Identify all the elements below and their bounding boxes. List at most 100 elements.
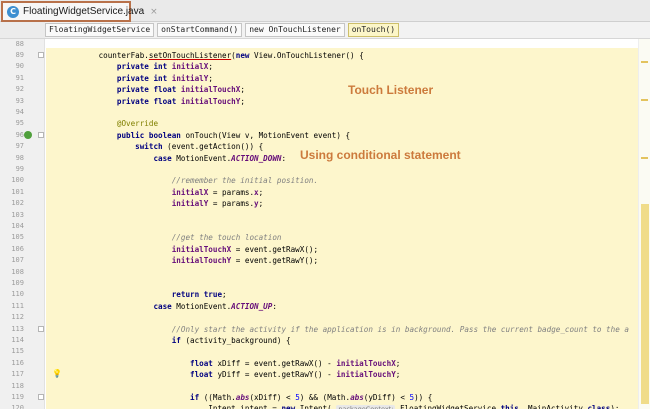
code-token: = event.getRawX(); [231, 244, 319, 254]
code-text: float yDiff = event.getRawY() - initialT… [62, 369, 400, 380]
code-text: return true; [62, 289, 227, 300]
line-number: 107 [11, 256, 24, 265]
line-number: 94 [15, 108, 24, 116]
code-token: ; [395, 358, 401, 368]
code-token: ; [258, 199, 264, 209]
code-line[interactable]: 111 case MotionEvent.ACTION_UP: [0, 301, 638, 312]
code-line[interactable]: 92 private float initialTouchX; [0, 84, 638, 95]
code-line[interactable]: 112 [0, 312, 638, 323]
code-token: MotionEvent. [176, 153, 232, 163]
vertical-scrollbar[interactable] [638, 39, 650, 409]
fold-toggle-icon[interactable] [38, 325, 44, 332]
breadcrumb-item-method[interactable]: onStartCommand() [157, 23, 243, 37]
code-text: private float initialTouchY; [62, 96, 245, 107]
line-number: 93 [15, 96, 24, 105]
code-line[interactable]: 89 counterFab.setOnTouchListener(new Vie… [0, 50, 638, 61]
code-line[interactable]: 99 [0, 164, 638, 175]
fold-toggle-icon[interactable] [38, 131, 44, 138]
line-number: 114 [11, 336, 24, 344]
close-icon[interactable]: × [150, 7, 158, 17]
breadcrumb-item-listener[interactable]: new OnTouchListener [245, 23, 345, 37]
code-editor[interactable]: 88 89 counterFab.setOnTouchListener(new V… [0, 39, 650, 409]
line-number: 115 [11, 347, 24, 356]
code-line[interactable]: 102 initialY = params.y; [0, 198, 638, 209]
code-text: float xDiff = event.getRawX() - initialT… [62, 358, 400, 369]
code-text: initialTouchY = event.getRawY(); [62, 255, 318, 266]
code-text: @Override [62, 118, 158, 129]
code-token: initialTouchX [336, 358, 396, 368]
code-line[interactable]: 116 float xDiff = event.getRawX() - init… [0, 358, 638, 369]
code-token: (event.getAction()) { [167, 142, 264, 152]
code-token: = params. [208, 199, 255, 209]
code-token: abs [350, 393, 364, 402]
code-token: float [190, 358, 218, 368]
code-token: case [153, 153, 177, 163]
code-line[interactable]: 96 public boolean onTouch(View v, Motion… [0, 130, 638, 141]
code-token: new [281, 404, 300, 409]
fold-toggle-icon[interactable] [38, 52, 44, 58]
code-line[interactable]: 115 [0, 346, 638, 357]
override-method-icon[interactable] [24, 130, 32, 139]
code-token: : [272, 301, 277, 311]
annotation-conditional-statement: Using conditional statement [300, 148, 461, 162]
code-line[interactable]: 110 return true; [0, 289, 638, 300]
code-text: if ((Math.abs(xDiff) < 5) && (Math.abs(y… [62, 392, 432, 403]
lightbulb-icon[interactable]: 💡 [52, 369, 62, 378]
code-line[interactable]: 101 initialX = params.x; [0, 187, 638, 198]
code-line[interactable]: 103 [0, 210, 638, 221]
line-number: 112 [11, 313, 24, 322]
breadcrumb: FloatingWidgetService onStartCommand() n… [0, 22, 650, 39]
code-line[interactable]: 114 if (activity_background) { [0, 335, 638, 346]
code-line[interactable]: 93 private float initialTouchY; [0, 96, 638, 107]
scroll-marker [641, 157, 648, 159]
code-text: case MotionEvent.ACTION_UP: [62, 301, 277, 312]
code-line[interactable]: 104 [0, 221, 638, 232]
code-line[interactable]: 109 [0, 278, 638, 289]
scroll-marker [641, 99, 648, 101]
code-line[interactable]: 120 Intent intent = new Intent( packageC… [0, 403, 638, 409]
code-token: //Only start the activity if the applica… [171, 324, 629, 334]
code-token: case [153, 301, 177, 311]
code-token: this [500, 404, 519, 409]
code-line[interactable]: 117 💡 float yDiff = event.getRawY() - ini… [0, 369, 638, 380]
code-line[interactable]: 105 //get the touch location [0, 232, 638, 243]
line-number: 120 [11, 404, 24, 409]
line-number: 105 [11, 233, 24, 242]
code-line[interactable]: 108 [0, 267, 638, 278]
code-token: Intent intent = [62, 404, 282, 409]
code-token: initialTouchY [180, 96, 241, 106]
code-line[interactable]: 107 initialTouchY = event.getRawY(); [0, 255, 638, 266]
line-number: 116 [11, 358, 24, 367]
code-line[interactable]: 118 [0, 381, 638, 392]
code-line[interactable]: 94 [0, 107, 638, 118]
code-line[interactable]: 100 //remember the initial position. [0, 175, 638, 186]
code-token: ; [240, 85, 245, 95]
scrollbar-thumb[interactable] [641, 204, 649, 404]
code-token: packageContext: [336, 405, 396, 409]
code-line[interactable]: 90 private int initialX; [0, 61, 638, 72]
code-line[interactable]: 91 private int initialY; [0, 73, 638, 84]
code-token: return true [171, 290, 223, 300]
code-line[interactable]: 113 //Only start the activity if the app… [0, 324, 638, 335]
breadcrumb-item-class[interactable]: FloatingWidgetService [45, 23, 155, 37]
code-line[interactable]: 95 @Override [0, 118, 638, 129]
file-tab[interactable]: C FloatingWidgetService.java × [1, 1, 158, 22]
fold-toggle-icon[interactable] [38, 394, 44, 400]
code-line[interactable]: 88 [0, 39, 638, 50]
code-token: private float [116, 85, 181, 95]
code-token: onTouch(View v, MotionEvent event) { [185, 130, 351, 140]
code-token: initialTouchY [171, 256, 232, 266]
code-line[interactable]: 119 if ((Math.abs(xDiff) < 5) && (Math.a… [0, 392, 638, 403]
code-token: ); [610, 404, 620, 409]
code-text: public boolean onTouch(View v, MotionEve… [62, 130, 350, 141]
code-token: initialY [171, 199, 209, 209]
breadcrumb-item-ontouch[interactable]: onTouch() [347, 23, 400, 37]
code-line[interactable]: 106 initialTouchX = event.getRawX(); [0, 244, 638, 255]
